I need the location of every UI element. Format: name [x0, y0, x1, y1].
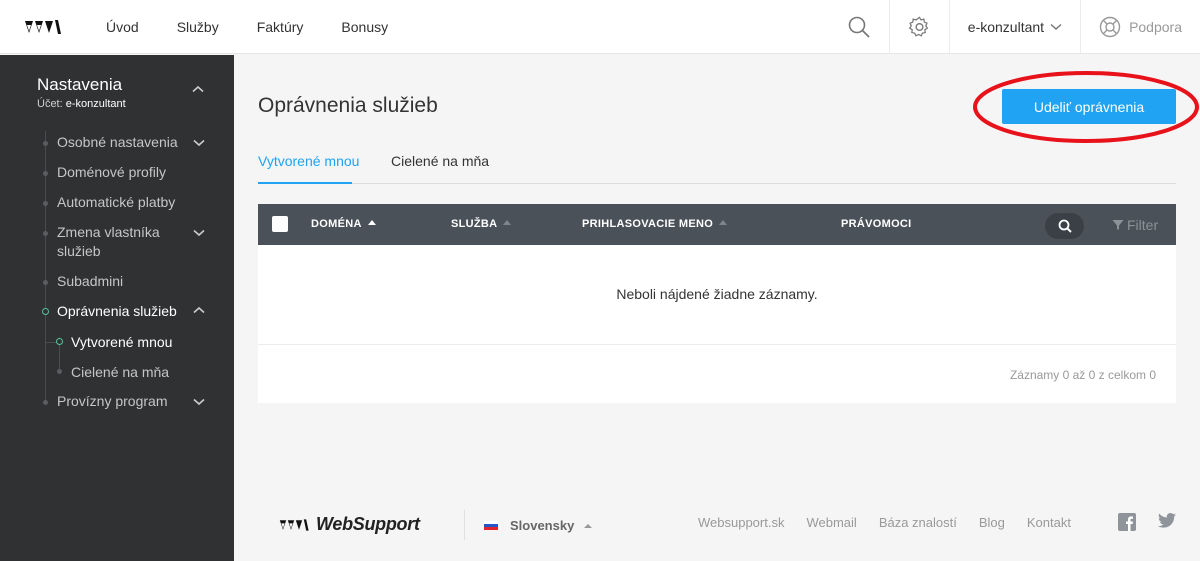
filter-icon — [1112, 220, 1124, 230]
table-divider — [258, 344, 1176, 345]
tree-dot — [43, 201, 48, 206]
table-header: DOMÉNA SLUŽBA PRIHLASOVACIE MENO PRÁVOMO… — [258, 204, 1176, 245]
tree-dot — [43, 400, 48, 405]
sidebar-item-zmena-vlastnika[interactable]: Zmena vlastníka služieb — [57, 223, 197, 261]
social-links — [1118, 513, 1198, 536]
sort-asc-icon — [367, 220, 376, 225]
active-tab-indicator — [258, 182, 352, 184]
gear-icon — [908, 16, 929, 37]
column-header-sluzba[interactable]: SLUŽBA — [451, 218, 512, 230]
sidebar-title: Nastavenia — [37, 75, 123, 94]
twitter-icon[interactable] — [1158, 513, 1176, 536]
account-name: e-konzultant — [967, 19, 1045, 35]
sidebar-account: Účet: e-konzultant — [37, 98, 126, 110]
empty-state-message: Neboli nájdené žiadne záznamy. — [616, 286, 818, 302]
sidebar-subitem-cielene-na-mna[interactable]: Cielené na mňa — [71, 364, 169, 380]
nav-item-faktury[interactable]: Faktúry — [257, 19, 304, 35]
page-title: Oprávnenia služieb — [258, 94, 438, 117]
facebook-icon[interactable] — [1118, 513, 1136, 536]
footer-link-webmail[interactable]: Webmail — [806, 515, 856, 530]
sidebar-account-name: e-konzultant — [65, 98, 126, 110]
sort-icon — [719, 220, 728, 225]
slovak-flag-icon — [484, 520, 498, 531]
sidebar-item-domenove-profily[interactable]: Doménové profily — [57, 163, 197, 182]
column-header-domena[interactable]: DOMÉNA — [311, 218, 376, 230]
footer-link-websupport[interactable]: Websupport.sk — [698, 515, 784, 530]
page-footer: WebSupport Slovensky Websupport.sk Webma… — [234, 490, 1200, 561]
chevron-down-icon[interactable] — [193, 398, 205, 406]
sidebar-item-automaticke-platby[interactable]: Automatické platby — [57, 193, 197, 212]
filter-label: Filter — [1127, 217, 1159, 233]
sidebar-subitem-vytvorene-mnou[interactable]: Vytvorené mnou — [71, 334, 172, 350]
search-button[interactable] — [829, 0, 889, 54]
sidebar-item-provizny-program[interactable]: Provízny program — [57, 392, 197, 411]
settings-button[interactable] — [888, 0, 949, 54]
nav-item-sluzby[interactable]: Služby — [177, 19, 219, 35]
websupport-logo-icon — [279, 518, 309, 531]
chevron-up-icon[interactable] — [193, 306, 205, 314]
footer-link-blog[interactable]: Blog — [979, 515, 1005, 530]
footer-brand-name: WebSupport — [316, 514, 420, 534]
footer-logo[interactable]: WebSupport — [278, 514, 420, 535]
top-right-actions: e-konzultant Podpora — [829, 0, 1200, 54]
tab-vytvorene-mnou[interactable]: Vytvorené mnou — [258, 153, 359, 169]
support-label: Podpora — [1129, 19, 1182, 35]
tree-dot-active — [56, 338, 63, 345]
sidebar-item-subadmini[interactable]: Subadmini — [57, 272, 197, 291]
footer-links: Websupport.sk Webmail Báza znalostí Blog… — [698, 515, 1093, 530]
chevron-down-icon — [1050, 23, 1062, 30]
tab-bar: Vytvorené mnou Cielené na mňa — [258, 142, 1176, 184]
settings-sidebar: Nastavenia Účet: e-konzultant Osobné nas… — [0, 55, 234, 561]
chevron-down-icon[interactable] — [193, 229, 205, 237]
main-nav: Úvod Služby Faktúry Bonusy — [106, 0, 426, 54]
top-bar: Úvod Služby Faktúry Bonusy e-konzultant … — [0, 0, 1200, 54]
footer-separator — [464, 510, 465, 540]
permissions-table: DOMÉNA SLUŽBA PRIHLASOVACIE MENO PRÁVOMO… — [258, 204, 1176, 403]
sidebar-item-osobne-nastavenia[interactable]: Osobné nastavenia — [57, 133, 197, 152]
lifebuoy-icon — [1099, 16, 1121, 38]
tree-dot — [43, 280, 48, 285]
sidebar-branch-line — [46, 342, 56, 343]
account-prefix: Účet: — [37, 98, 63, 110]
search-icon — [848, 16, 870, 38]
grant-permissions-button[interactable]: Udeliť oprávnenia — [1002, 89, 1176, 124]
sidebar-item-opravnenia-sluzieb[interactable]: Oprávnenia služieb — [57, 302, 197, 321]
table-filter-button[interactable]: Filter — [1112, 217, 1158, 233]
select-all-checkbox[interactable] — [272, 216, 288, 232]
language-selector[interactable]: Slovensky — [484, 518, 593, 533]
account-menu[interactable]: e-konzultant — [948, 0, 1080, 54]
support-button[interactable]: Podpora — [1080, 0, 1200, 54]
sort-icon — [503, 220, 512, 225]
nav-item-uvod[interactable]: Úvod — [106, 19, 139, 35]
caret-up-icon — [584, 523, 593, 528]
tree-dot — [43, 231, 48, 236]
footer-link-kontakt[interactable]: Kontakt — [1027, 515, 1071, 530]
websupport-logo-icon[interactable] — [24, 17, 64, 37]
table-search-button[interactable] — [1045, 213, 1084, 239]
tree-dot — [43, 171, 48, 176]
language-label: Slovensky — [510, 518, 575, 533]
tree-dot — [43, 141, 48, 146]
tree-dot-active — [42, 308, 49, 315]
footer-link-baza-znalosti[interactable]: Báza znalostí — [879, 515, 957, 530]
tree-dot — [57, 369, 62, 374]
chevron-down-icon[interactable] — [193, 139, 205, 147]
column-header-pravomoci: PRÁVOMOCI — [841, 218, 912, 230]
column-header-prihlasovacie-meno[interactable]: PRIHLASOVACIE MENO — [582, 218, 728, 230]
chevron-up-icon[interactable] — [192, 85, 204, 93]
nav-item-bonusy[interactable]: Bonusy — [341, 19, 388, 35]
search-icon — [1058, 219, 1072, 233]
tab-cielene-na-mna[interactable]: Cielené na mňa — [391, 153, 489, 169]
records-summary: Záznamy 0 až 0 z celkom 0 — [1009, 368, 1156, 382]
